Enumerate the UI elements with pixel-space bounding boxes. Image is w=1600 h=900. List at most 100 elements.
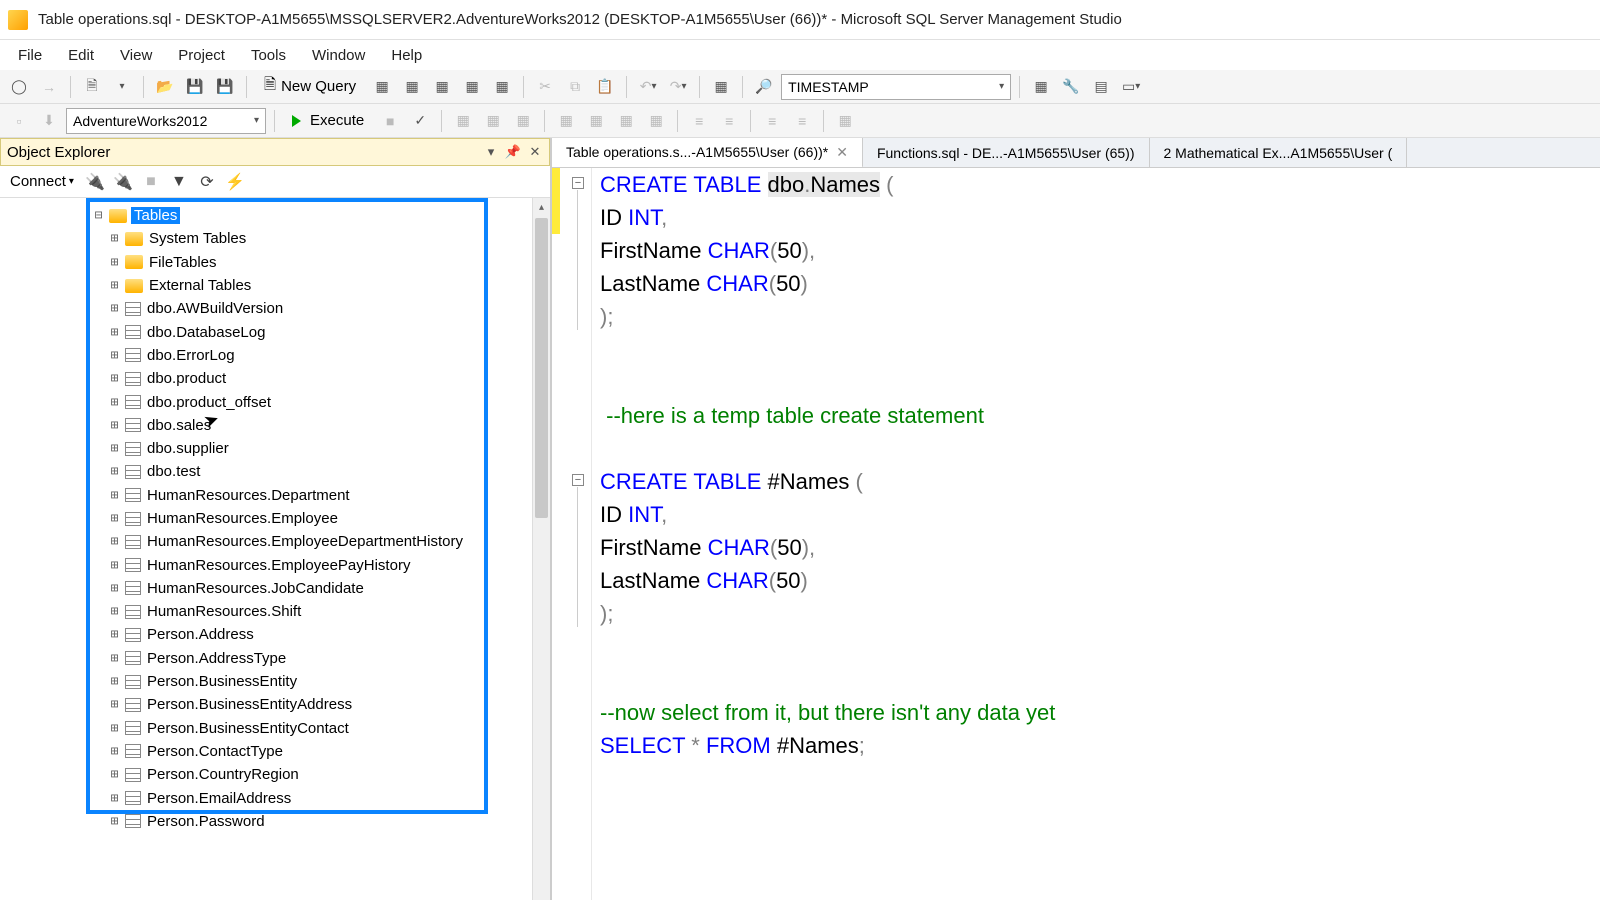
tree-node-table[interactable]: ⊞Person.ContactType [92, 740, 522, 763]
menu-help[interactable]: Help [379, 43, 434, 68]
fold-toggle-icon[interactable]: − [572, 474, 584, 486]
expand-icon[interactable]: ⊞ [108, 722, 121, 735]
database-combo[interactable]: AdventureWorks2012 ▾ [66, 108, 266, 134]
find-icon[interactable]: 🔎 [751, 74, 777, 100]
expand-icon[interactable]: ⊞ [108, 605, 121, 618]
find-combo[interactable]: TIMESTAMP ▾ [781, 74, 1011, 100]
new-project-icon[interactable]: 🗎 [79, 74, 105, 100]
expand-icon[interactable]: ⊞ [108, 628, 121, 641]
execute-button[interactable]: Execute [283, 108, 373, 134]
expand-icon[interactable]: ⊞ [108, 582, 121, 595]
tree-node-table[interactable]: ⊞Person.EmailAddress [92, 786, 522, 809]
expand-icon[interactable]: ⊞ [108, 698, 121, 711]
tree-node-table[interactable]: ⊞HumanResources.Shift [92, 600, 522, 623]
expand-icon[interactable]: ⊞ [108, 792, 121, 805]
tree-node-table[interactable]: ⊞Person.BusinessEntityContact [92, 717, 522, 740]
wrench-icon[interactable]: 🔧 [1058, 74, 1084, 100]
scroll-up-icon[interactable]: ▴ [533, 198, 550, 216]
fold-toggle-icon[interactable]: − [572, 177, 584, 189]
connect-icon[interactable]: 🔌 [84, 171, 106, 193]
db-query-icon-2[interactable]: ▦ [399, 74, 425, 100]
menu-window[interactable]: Window [300, 43, 377, 68]
tree-node-table[interactable]: ⊞dbo.AWBuildVersion [92, 297, 522, 320]
expand-icon[interactable]: ⊞ [108, 465, 121, 478]
parse-icon[interactable]: ✓ [407, 108, 433, 134]
tree-node-table[interactable]: ⊞HumanResources.EmployeeDepartmentHistor… [92, 530, 522, 553]
scroll-thumb[interactable] [535, 218, 548, 518]
tree-node-table[interactable]: ⊞Person.CountryRegion [92, 763, 522, 786]
menu-edit[interactable]: Edit [56, 43, 106, 68]
code-editor[interactable]: − − CREATE TABLE dbo.Names ( ID INT, Fir… [552, 168, 1600, 900]
expand-icon[interactable]: ⊞ [108, 815, 121, 828]
tree-node-table[interactable]: ⊞Person.AddressType [92, 647, 522, 670]
save-all-icon[interactable]: 💾 [212, 74, 238, 100]
activity-icon[interactable]: ⚡ [224, 171, 246, 193]
tab-math-ex[interactable]: 2 Mathematical Ex...A1M5655\User ( [1150, 138, 1408, 167]
tree-node-table[interactable]: ⊞Person.Address [92, 623, 522, 646]
menu-tools[interactable]: Tools [239, 43, 298, 68]
tree-node-table[interactable]: ⊞dbo.sales [92, 414, 522, 437]
tree-node-table[interactable]: ⊞HumanResources.Employee [92, 507, 522, 530]
tree-node-table[interactable]: ⊞dbo.product_offset [92, 390, 522, 413]
expand-icon[interactable]: ⊞ [108, 396, 121, 409]
expand-icon[interactable]: ⊞ [108, 652, 121, 665]
tree-node-folder[interactable]: ⊞External Tables [92, 274, 522, 297]
new-query-button[interactable]: 🗎 New Query [255, 74, 365, 100]
tree-node-table[interactable]: ⊞HumanResources.JobCandidate [92, 577, 522, 600]
expand-icon[interactable]: ⊞ [108, 745, 121, 758]
expand-icon[interactable]: ⊞ [108, 512, 121, 525]
tree-node-table[interactable]: ⊞Person.BusinessEntity [92, 670, 522, 693]
db-query-icon-1[interactable]: ▦ [369, 74, 395, 100]
expand-icon[interactable]: ⊞ [108, 489, 121, 502]
expand-icon[interactable]: ⊞ [108, 302, 121, 315]
dropdown-icon[interactable]: ▾ [483, 144, 499, 160]
menu-project[interactable]: Project [166, 43, 237, 68]
db-query-icon-4[interactable]: ▦ [459, 74, 485, 100]
expand-icon[interactable]: ⊞ [108, 372, 121, 385]
tab-table-operations[interactable]: Table operations.s...-A1M5655\User (66))… [552, 138, 863, 168]
close-icon[interactable]: ✕ [527, 144, 543, 160]
tool-icon-1[interactable]: ▦ [1028, 74, 1054, 100]
tab-close-icon[interactable]: ✕ [836, 144, 848, 161]
menu-file[interactable]: File [6, 43, 54, 68]
pin-icon[interactable]: 📌 [505, 144, 521, 160]
expand-icon[interactable]: ⊞ [108, 279, 121, 292]
tree-node-folder[interactable]: ⊞FileTables [92, 251, 522, 274]
tree-node-table[interactable]: ⊞Person.Password [92, 810, 522, 833]
expand-icon[interactable]: ⊞ [108, 768, 121, 781]
expand-icon[interactable]: ⊞ [108, 535, 121, 548]
tree-node-folder[interactable]: ⊞System Tables [92, 227, 522, 250]
db-query-icon-5[interactable]: ▦ [489, 74, 515, 100]
new-project-dropdown[interactable] [109, 74, 135, 100]
expand-icon[interactable]: ⊟ [92, 209, 105, 222]
tool-icon-3[interactable]: ▤ [1088, 74, 1114, 100]
connect-button[interactable]: Connect ▾ [6, 171, 78, 192]
expand-icon[interactable]: ⊞ [108, 419, 121, 432]
open-file-icon[interactable]: 📂 [152, 74, 178, 100]
tree-node-table[interactable]: ⊞dbo.DatabaseLog [92, 320, 522, 343]
disconnect-icon[interactable]: 🔌 [112, 171, 134, 193]
tree-scrollbar[interactable]: ▴ [532, 198, 550, 900]
save-icon[interactable]: 💾 [182, 74, 208, 100]
tree-node-table[interactable]: ⊞dbo.supplier [92, 437, 522, 460]
filter-icon[interactable]: ▼ [168, 171, 190, 193]
db-query-icon-3[interactable]: ▦ [429, 74, 455, 100]
nav-back-icon[interactable]: ◯ [6, 74, 32, 100]
tree-node-table[interactable]: ⊞dbo.ErrorLog [92, 344, 522, 367]
tree-node-table[interactable]: ⊞HumanResources.EmployeePayHistory [92, 553, 522, 576]
code-content[interactable]: CREATE TABLE dbo.Names ( ID INT, FirstNa… [592, 168, 1055, 900]
expand-icon[interactable]: ⊞ [108, 256, 121, 269]
expand-icon[interactable]: ⊞ [108, 675, 121, 688]
expand-icon[interactable]: ⊞ [108, 442, 121, 455]
window-layout-icon[interactable]: ▭ [1118, 74, 1144, 100]
activity-monitor-icon[interactable]: ▦ [708, 74, 734, 100]
refresh-icon[interactable]: ⟳ [196, 171, 218, 193]
expand-icon[interactable]: ⊞ [108, 349, 121, 362]
tree-node-table[interactable]: ⊞dbo.test [92, 460, 522, 483]
expand-icon[interactable]: ⊞ [108, 326, 121, 339]
expand-icon[interactable]: ⊞ [108, 232, 121, 245]
menu-view[interactable]: View [108, 43, 164, 68]
tree-node-tables[interactable]: ⊟Tables [92, 204, 522, 227]
expand-icon[interactable]: ⊞ [108, 559, 121, 572]
tab-functions[interactable]: Functions.sql - DE...-A1M5655\User (65)) [863, 138, 1150, 167]
